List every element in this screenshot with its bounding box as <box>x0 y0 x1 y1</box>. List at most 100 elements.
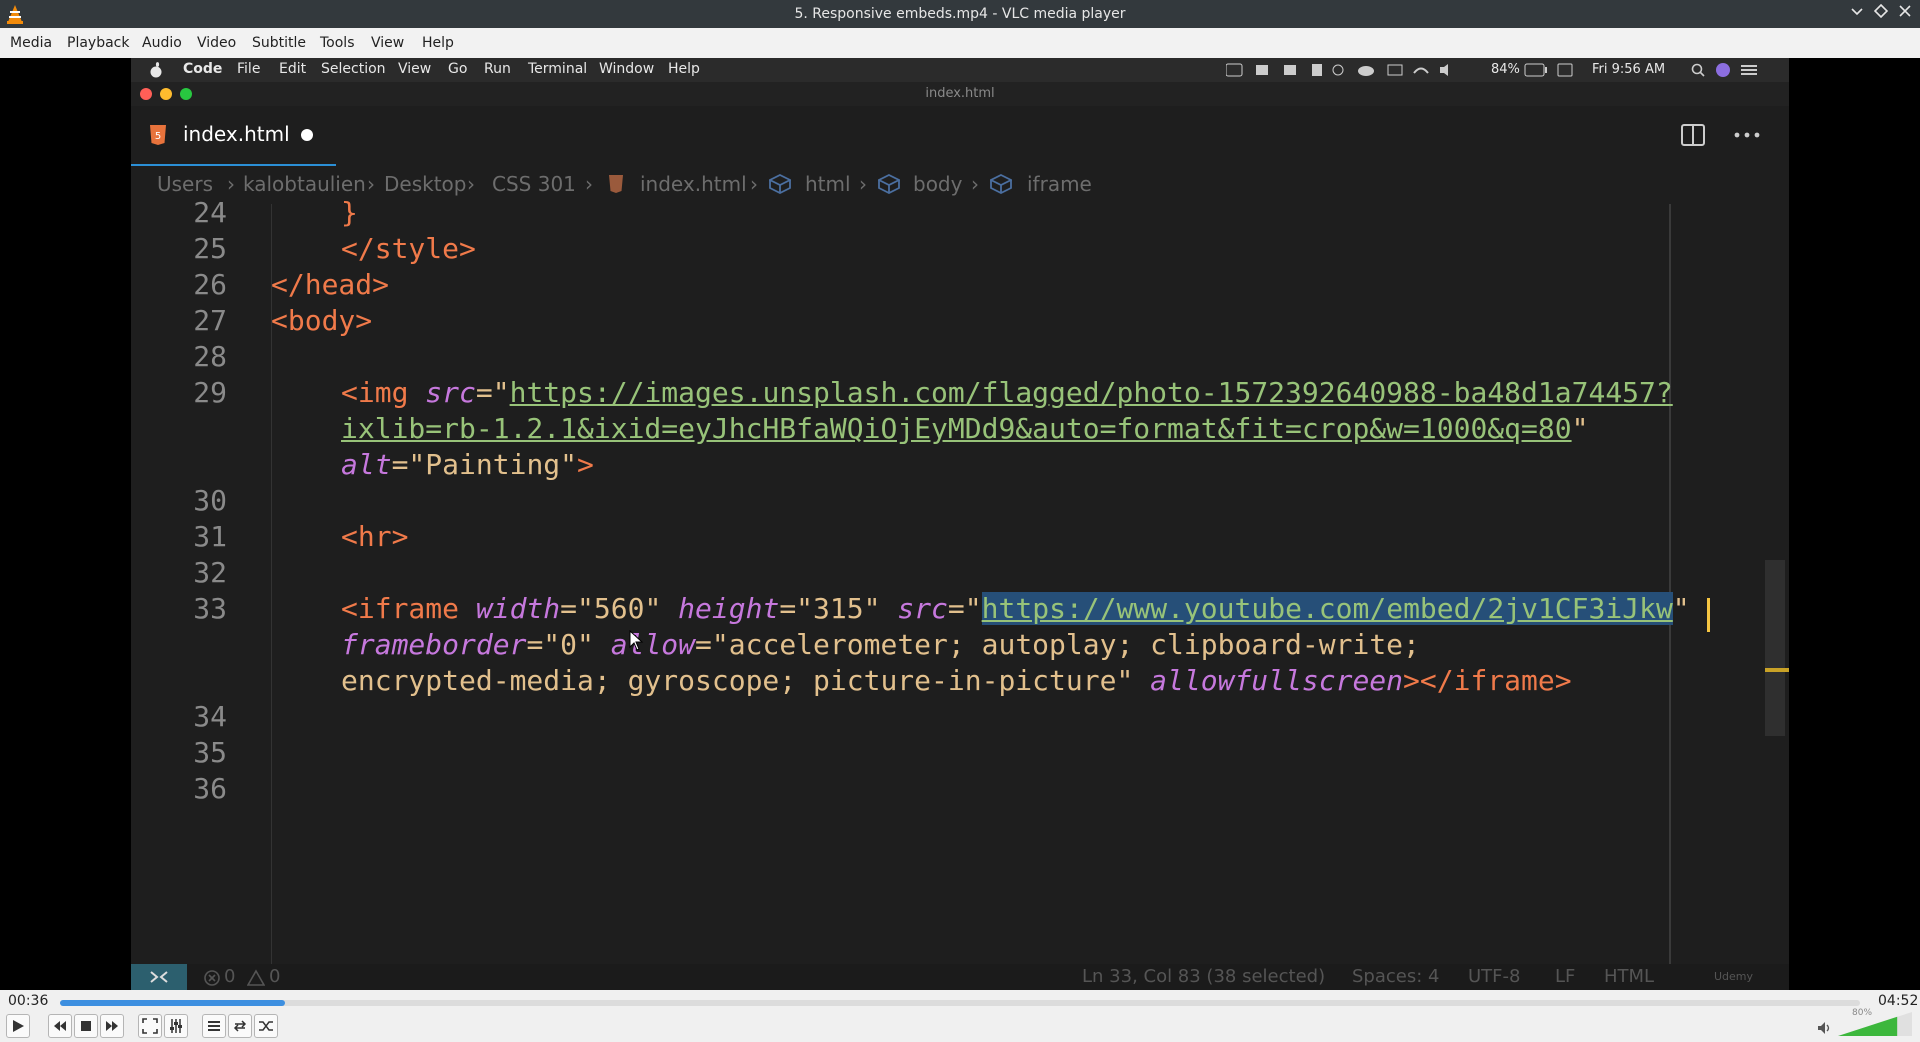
line-number: 32 <box>193 556 227 589</box>
mac-menu-file: File <box>237 61 261 77</box>
menubar-status-icons <box>1226 63 1448 77</box>
line-number: 31 <box>193 520 227 553</box>
code-line-33: <iframe width="560" height="315" src="ht… <box>341 592 1690 625</box>
mac-menu-window: Window <box>599 61 655 77</box>
unsaved-dot-icon <box>301 129 313 141</box>
shuffle-button[interactable] <box>254 1014 278 1038</box>
search-icon <box>1691 63 1705 77</box>
close-button[interactable] <box>1894 3 1916 25</box>
next-button[interactable] <box>100 1014 124 1038</box>
language-mode: HTML <box>1604 966 1655 987</box>
play-button[interactable] <box>6 1014 30 1038</box>
menu-media[interactable]: Media <box>10 35 52 51</box>
shuffle-icon <box>259 1021 273 1031</box>
cursor-position: Ln 33, Col 83 (38 selected) <box>1082 966 1326 987</box>
loop-button[interactable] <box>228 1014 252 1038</box>
line-number: 30 <box>193 484 227 517</box>
line-number: 26 <box>193 268 227 301</box>
code-line-29-wrap-2: alt="Painting"> <box>341 448 594 481</box>
scrollbar-marker <box>1765 668 1789 672</box>
html5-icon: 5 <box>150 125 166 145</box>
minimize-button[interactable] <box>1846 3 1868 25</box>
menu-subtitle[interactable]: Subtitle <box>252 35 306 51</box>
code-line-29: <img src="https://images.unsplash.com/fl… <box>341 376 1673 409</box>
playlist-button[interactable] <box>202 1014 226 1038</box>
remote-icon <box>150 971 168 983</box>
error-icon <box>204 970 220 986</box>
mac-menu-go: Go <box>448 61 468 77</box>
maximize-button[interactable] <box>1870 3 1892 25</box>
code-line-27: <body> <box>271 304 373 337</box>
code-line-33-wrap-1: frameborder="0" allow="accelerometer; au… <box>341 628 1420 661</box>
close-icon <box>1899 5 1911 17</box>
editor-window-bar: index.html <box>131 82 1789 106</box>
breadcrumb-separator: › <box>227 172 235 196</box>
warning-icon <box>247 969 265 986</box>
code-line-26: </head> <box>271 268 390 301</box>
menu-tools[interactable]: Tools <box>320 35 355 51</box>
line-ending: LF <box>1555 966 1576 987</box>
seek-bar[interactable] <box>60 1000 1860 1006</box>
menu-view[interactable]: View <box>371 35 404 51</box>
video-surface[interactable]: Code File Edit Selection View Go Run Ter… <box>0 58 1920 990</box>
menu-playback[interactable]: Playback <box>67 35 129 51</box>
tab-index-html: 5 index.html <box>131 106 336 166</box>
html5-icon <box>609 175 623 193</box>
mac-menu-help: Help <box>668 61 700 77</box>
notification-center-icon <box>1741 65 1757 75</box>
menu-audio[interactable]: Audio <box>142 35 182 51</box>
selected-text[interactable]: https://www.youtube.com/embed/2jv1CF3iJk… <box>981 592 1673 625</box>
code-line-31: <hr> <box>341 520 409 553</box>
split-editor-icon <box>1681 124 1705 146</box>
breadcrumb-kalobtaulien: kalobtaulien <box>243 172 366 196</box>
breadcrumb-desktop: Desktop <box>384 172 467 196</box>
indentation: Spaces: 4 <box>1352 966 1440 987</box>
seek-progress <box>60 1000 285 1006</box>
tab-label: index.html <box>183 122 290 146</box>
line-number: 35 <box>193 736 227 769</box>
display-icon <box>1557 63 1573 77</box>
diamond-icon <box>1873 3 1889 19</box>
line-number: 24 <box>193 196 227 229</box>
stop-button[interactable] <box>74 1014 98 1038</box>
elapsed-time: 00:36 <box>8 993 49 1009</box>
volume-slider[interactable] <box>1838 1010 1914 1038</box>
speaker-icon[interactable] <box>1816 1020 1832 1036</box>
ruler-line <box>1669 204 1671 964</box>
breadcrumb-index-html: index.html <box>640 172 747 196</box>
fullscreen-button[interactable] <box>138 1014 162 1038</box>
more-actions-icon <box>1734 132 1760 138</box>
editor-status-bar: 0 0 Ln 33, Col 83 (38 selected) Spaces: … <box>131 964 1789 990</box>
text-cursor <box>1707 598 1710 632</box>
breadcrumb-separator: › <box>585 172 593 196</box>
siri-icon <box>1716 63 1730 77</box>
breadcrumb-separator: › <box>971 172 979 196</box>
code-line-25: </style> <box>341 232 476 265</box>
scrollbar-thumb[interactable] <box>1765 560 1785 736</box>
previous-icon <box>54 1021 66 1031</box>
breadcrumb: Users › kalobtaulien › Desktop › CSS 301… <box>131 164 1789 204</box>
mouse-pointer-icon <box>629 630 644 651</box>
cube-icon <box>769 174 791 194</box>
line-number: 34 <box>193 700 227 733</box>
remote-indicator <box>131 964 187 990</box>
previous-button[interactable] <box>48 1014 72 1038</box>
menu-video[interactable]: Video <box>197 35 236 51</box>
udemy-watermark: Udemy <box>1714 970 1754 983</box>
code-editor[interactable]: 24 25 26 27 28 29 30 31 32 33 34 35 36 }… <box>131 196 1789 964</box>
code-line-33-wrap-2: encrypted-media; gyroscope; picture-in-p… <box>341 664 1572 697</box>
mac-menu-terminal: Terminal <box>528 61 588 77</box>
extended-settings-button[interactable] <box>164 1014 188 1038</box>
line-number: 33 <box>193 592 227 625</box>
editor-window-title: index.html <box>925 86 995 101</box>
menu-help[interactable]: Help <box>422 35 454 51</box>
volume-level: 80% <box>1852 1008 1873 1018</box>
warning-count: 0 <box>269 966 281 987</box>
error-count: 0 <box>224 966 236 987</box>
code-line-24: } <box>341 196 358 229</box>
vlc-title-bar: 5. Responsive embeds.mp4 - VLC media pla… <box>0 0 1920 28</box>
mac-menu-run: Run <box>484 61 511 77</box>
svg-text:5: 5 <box>155 131 161 142</box>
menu-bar: Media Playback Audio Video Subtitle Tool… <box>0 28 1920 58</box>
line-number: 27 <box>193 304 227 337</box>
